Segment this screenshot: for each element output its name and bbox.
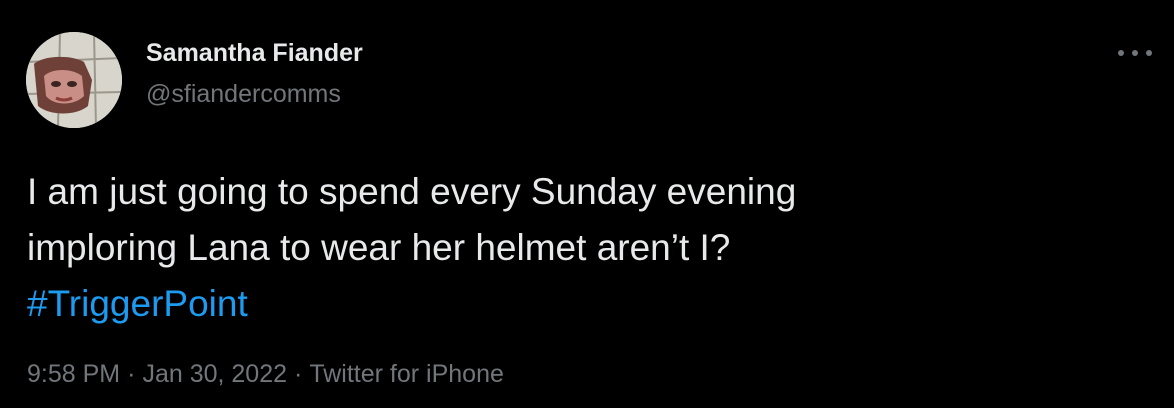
more-dots-icon <box>1132 50 1138 56</box>
tweet-time[interactable]: 9:58 PM <box>27 360 120 388</box>
hashtag-link[interactable]: #TriggerPoint <box>27 276 1127 332</box>
more-options-button[interactable] <box>1118 38 1152 68</box>
more-dots-icon <box>1118 50 1124 56</box>
separator: · <box>294 360 303 388</box>
tweet-date[interactable]: Jan 30, 2022 <box>142 360 287 388</box>
author-display-name[interactable]: Samantha Fiander <box>146 39 363 68</box>
profile-photo-icon <box>26 32 122 128</box>
author-handle[interactable]: @sfiandercomms <box>146 80 341 109</box>
avatar[interactable] <box>26 32 122 128</box>
tweet-text-line: imploring Lana to wear her helmet aren’t… <box>27 227 731 268</box>
separator: · <box>127 360 136 388</box>
tweet-text-line: I am just going to spend every Sunday ev… <box>27 171 797 212</box>
tweet-source[interactable]: Twitter for iPhone <box>309 360 504 388</box>
more-dots-icon <box>1146 50 1152 56</box>
tweet-card: Samantha Fiander @sfiandercomms I am jus… <box>0 0 1174 408</box>
tweet-text: I am just going to spend every Sunday ev… <box>27 164 1127 332</box>
tweet-meta: 9:58 PM · Jan 30, 2022 · Twitter for iPhone <box>27 360 504 389</box>
